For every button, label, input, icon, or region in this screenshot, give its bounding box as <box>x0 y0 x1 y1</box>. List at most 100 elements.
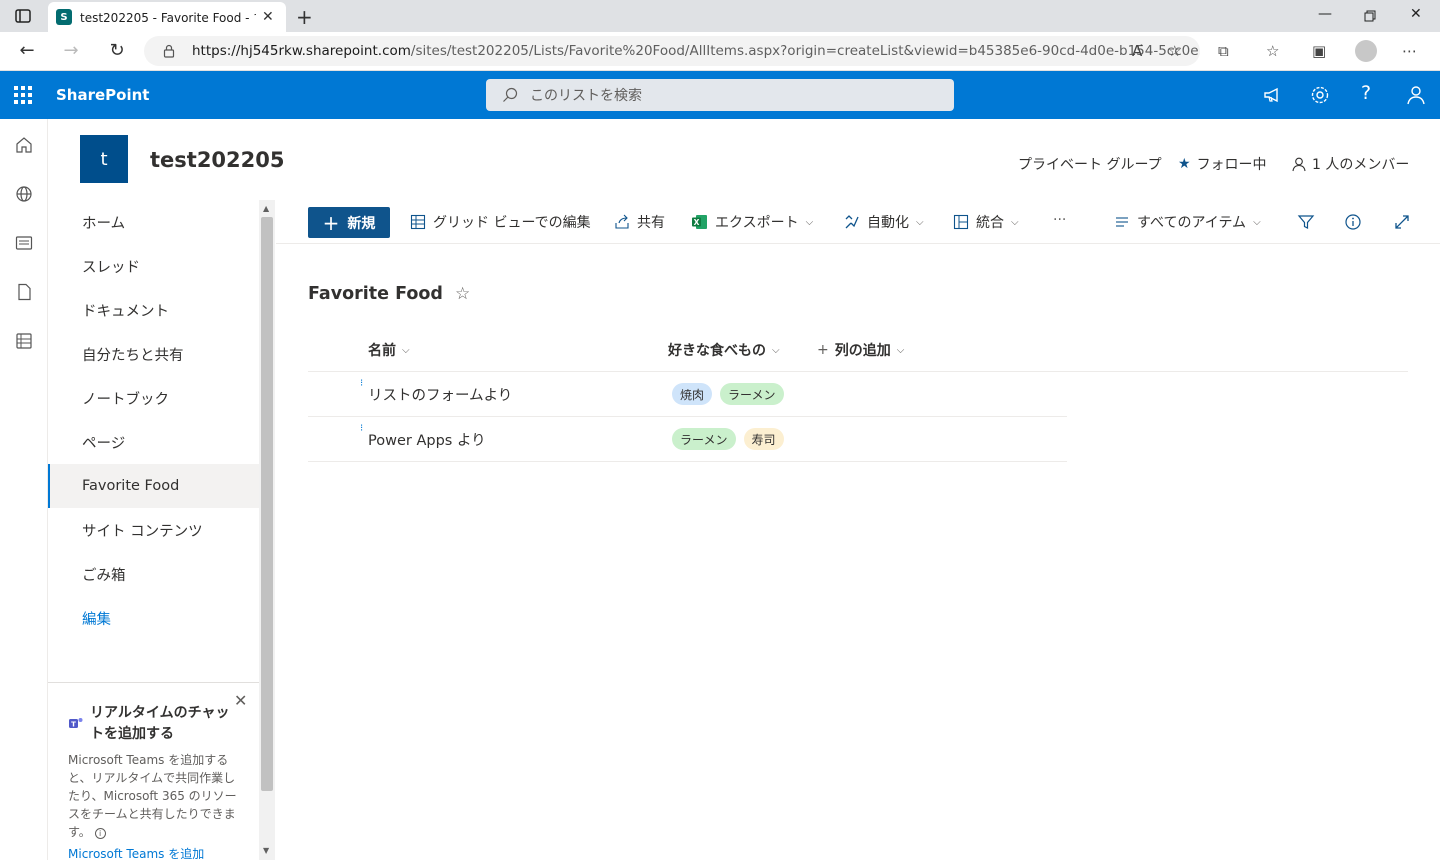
lock-icon[interactable] <box>162 44 176 58</box>
more-commands-button[interactable]: ··· <box>1053 212 1066 228</box>
column-name-label: 名前 <box>368 343 396 359</box>
food-chips: ラーメン 寿司 <box>672 428 792 450</box>
tab-actions-icon[interactable] <box>14 7 32 25</box>
site-title[interactable]: test202205 <box>150 148 285 172</box>
home-icon[interactable] <box>15 136 33 154</box>
flow-icon <box>845 215 859 229</box>
plus-icon: + <box>322 210 340 235</box>
nav-item-recycle-bin[interactable]: ごみ箱 <box>48 552 259 596</box>
nav-scrollbar[interactable]: ▲ ▼ <box>259 200 275 860</box>
row-name[interactable]: Power Apps より <box>368 429 486 450</box>
follow-label: フォロー中 <box>1196 157 1267 173</box>
chevron-down-icon: ⌵ <box>772 344 780 356</box>
close-icon[interactable]: ✕ <box>234 691 247 710</box>
column-header-name[interactable]: 名前 ⌵ <box>368 340 410 360</box>
add-column-label: 列の追加 <box>834 343 891 359</box>
collections-icon[interactable]: ▣ <box>1312 42 1326 60</box>
chevron-down-icon: ⌵ <box>916 216 924 228</box>
restore-icon[interactable] <box>1364 10 1376 22</box>
browser-tab[interactable]: S test202205 - Favorite Food - すべて ✕ <box>48 2 286 32</box>
grid-edit-label: グリッド ビューでの編集 <box>433 215 591 231</box>
news-icon[interactable] <box>15 234 33 252</box>
automate-button[interactable]: 自動化 ⌵ <box>844 212 924 232</box>
column-header-food[interactable]: 好きな食べもの ⌵ <box>668 340 780 360</box>
svg-text:T: T <box>71 721 76 729</box>
automate-label: 自動化 <box>867 215 909 231</box>
profile-avatar[interactable] <box>1355 40 1377 62</box>
forward-icon[interactable]: → <box>60 40 82 62</box>
info-icon[interactable] <box>1344 213 1362 231</box>
export-button[interactable]: X エクスポート ⌵ <box>691 212 813 232</box>
settings-gear-icon[interactable] <box>1309 84 1331 106</box>
refresh-icon[interactable]: ↻ <box>106 40 128 62</box>
nav-edit-link[interactable]: 編集 <box>48 596 259 640</box>
minimize-icon[interactable]: — <box>1318 6 1332 22</box>
nav-item-documents[interactable]: ドキュメント <box>48 288 259 332</box>
chevron-down-icon: ⌵ <box>805 216 814 228</box>
address-bar: ← → ↻ https://hj545rkw.sharepoint.com/si… <box>0 32 1440 71</box>
star-icon[interactable]: ☆ <box>455 284 470 304</box>
left-nav: ホーム スレッド ドキュメント 自分たちと共有 ノートブック ページ Favor… <box>48 200 259 680</box>
lists-icon[interactable] <box>15 332 33 350</box>
nav-item-threads[interactable]: スレッド <box>48 244 259 288</box>
new-tab-icon[interactable]: + <box>296 5 313 29</box>
list-title: Favorite Food ☆ <box>308 284 470 304</box>
url-field[interactable]: https://hj545rkw.sharepoint.com/sites/te… <box>144 36 1200 66</box>
more-icon[interactable]: ⋯ <box>1402 42 1417 60</box>
nav-item-shared-with-us[interactable]: 自分たちと共有 <box>48 332 259 376</box>
view-switcher[interactable]: すべてのアイテム ⌵ <box>1114 212 1261 232</box>
nav-item-pages[interactable]: ページ <box>48 420 259 464</box>
nav-item-home[interactable]: ホーム <box>48 200 259 244</box>
filter-icon[interactable] <box>1297 213 1315 231</box>
add-teams-link[interactable]: Microsoft Teams を追加 <box>68 845 241 862</box>
read-aloud-icon[interactable]: A͘ <box>1132 42 1142 60</box>
browser-tab-strip: S test202205 - Favorite Food - すべて ✕ + —… <box>0 0 1440 32</box>
scroll-down-icon[interactable]: ▼ <box>263 846 269 855</box>
share-icon <box>615 214 629 229</box>
new-button[interactable]: + 新規 <box>308 207 390 238</box>
megaphone-icon[interactable] <box>1262 84 1284 106</box>
table-row[interactable]: ⁝ Power Apps より ラーメン 寿司 <box>308 417 1067 462</box>
extensions-icon[interactable]: ⧉ <box>1218 42 1229 60</box>
food-chips: 焼肉 ラーメン <box>672 383 792 405</box>
suite-bar: SharePoint このリストを検索 ? <box>0 71 1440 119</box>
export-label: エクスポート <box>715 215 799 231</box>
more-label: ··· <box>1053 212 1067 228</box>
nav-item-site-contents[interactable]: サイト コンテンツ <box>48 508 259 552</box>
back-icon[interactable]: ← <box>16 40 38 62</box>
follow-button[interactable]: ★ フォロー中 <box>1178 154 1267 174</box>
command-bar: + 新規 グリッド ビューでの編集 共有 X エクスポート ⌵ 自動化 ⌵ 統合… <box>276 200 1440 244</box>
document-icon[interactable] <box>15 283 33 301</box>
scroll-up-icon[interactable]: ▲ <box>263 204 269 213</box>
expand-icon[interactable] <box>1393 213 1411 231</box>
row-name[interactable]: リストのフォームより <box>368 384 512 405</box>
tab-title: test202205 - Favorite Food - すべて <box>80 10 256 25</box>
sharepoint-favicon-icon: S <box>56 9 72 25</box>
chevron-down-icon: ⌵ <box>896 344 905 356</box>
grid-icon <box>410 214 426 230</box>
add-favorite-icon[interactable]: ☆ <box>1168 42 1181 60</box>
scrollbar-thumb[interactable] <box>261 217 273 791</box>
grid-edit-button[interactable]: グリッド ビューでの編集 <box>410 212 591 232</box>
nav-item-favorite-food[interactable]: Favorite Food <box>48 464 259 508</box>
table-row[interactable]: ⁝ リストのフォームより 焼肉 ラーメン <box>308 372 1067 417</box>
globe-icon[interactable] <box>15 185 33 203</box>
close-window-icon[interactable]: ✕ <box>1410 6 1422 22</box>
teams-card-body: Microsoft Teams を追加すると、リアルタイムで共同作業したり、Mi… <box>68 751 241 841</box>
integrate-button[interactable]: 統合 ⌵ <box>953 212 1019 232</box>
share-button[interactable]: 共有 <box>614 212 665 232</box>
app-launcher-icon[interactable] <box>14 86 32 104</box>
help-icon[interactable]: ? <box>1361 82 1383 104</box>
chevron-down-icon: ⌵ <box>1011 216 1019 228</box>
nav-item-notebook[interactable]: ノートブック <box>48 376 259 420</box>
search-input[interactable]: このリストを検索 <box>486 79 954 111</box>
account-icon[interactable] <box>1405 84 1427 106</box>
sharepoint-brand[interactable]: SharePoint <box>56 86 149 104</box>
choice-chip: 寿司 <box>743 428 784 450</box>
close-tab-icon[interactable]: ✕ <box>262 9 274 25</box>
favorites-icon[interactable]: ☆ <box>1266 42 1279 60</box>
members-button[interactable]: 1 人のメンバー <box>1292 154 1409 174</box>
add-column-button[interactable]: + 列の追加 ⌵ <box>817 340 904 360</box>
info-icon[interactable]: i <box>94 828 106 839</box>
site-logo[interactable]: t <box>80 135 128 183</box>
